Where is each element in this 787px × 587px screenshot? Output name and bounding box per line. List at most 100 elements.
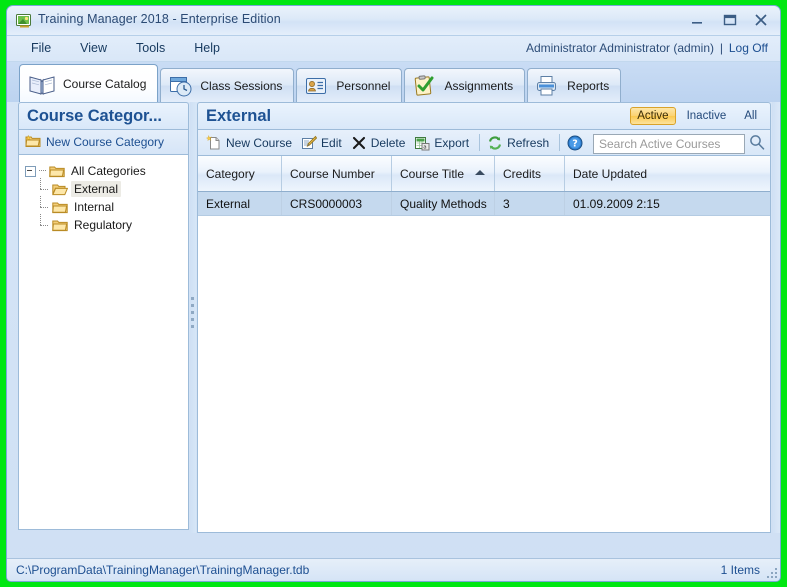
tab-assignments[interactable]: Assignments [404, 68, 525, 102]
toolbar-separator [479, 134, 480, 151]
page-title: External [206, 107, 271, 126]
help-button[interactable]: ? [564, 133, 589, 153]
tab-list: Course Catalog Class Sessions [19, 62, 780, 102]
window-controls [686, 10, 772, 28]
refresh-icon [487, 135, 503, 151]
tree-label-internal: Internal [71, 199, 117, 215]
svg-text:a: a [424, 144, 427, 150]
help-circle-icon: ? [567, 135, 583, 151]
edit-label: Edit [321, 136, 342, 150]
new-course-category-button[interactable]: New Course Category [18, 130, 189, 155]
title-bar: Training Manager 2018 - Enterprise Editi… [7, 6, 780, 36]
clipboard-check-icon [412, 74, 438, 98]
column-header-course-number[interactable]: Course Number [282, 156, 392, 191]
export-spreadsheet-icon: a [414, 135, 430, 151]
refresh-label: Refresh [507, 136, 549, 150]
delete-button[interactable]: Delete [348, 133, 412, 153]
column-header-course-title[interactable]: Course Title [392, 156, 495, 191]
tree-expander-all-categories[interactable] [25, 166, 36, 177]
printer-icon [535, 74, 561, 98]
menu-item-help[interactable]: Help [190, 40, 224, 56]
pencil-edit-icon [301, 135, 317, 151]
status-database-path: C:\ProgramData\TrainingManager\TrainingM… [16, 563, 309, 577]
grid-header-row: Category Course Number Course Title Cred… [198, 156, 770, 192]
tab-course-catalog[interactable]: Course Catalog [19, 64, 158, 102]
maximize-button[interactable] [718, 10, 740, 28]
course-categories-header: Course Categor... [18, 102, 189, 130]
tab-label-course-catalog: Course Catalog [63, 77, 146, 91]
screen-background: Training Manager 2018 - Enterprise Editi… [0, 0, 787, 587]
search-area [593, 133, 766, 154]
vertical-scrollbar-gutter[interactable] [772, 102, 781, 533]
new-course-button[interactable]: New Course [203, 133, 298, 153]
tab-reports[interactable]: Reports [527, 68, 621, 102]
new-course-category-label: New Course Category [46, 135, 164, 149]
filter-inactive[interactable]: Inactive [680, 107, 734, 125]
cell-category: External [198, 192, 282, 215]
tab-label-reports: Reports [567, 79, 609, 93]
export-button[interactable]: a Export [411, 133, 475, 153]
column-header-date-updated[interactable]: Date Updated [565, 156, 770, 191]
minimize-button[interactable] [686, 10, 708, 28]
menu-bar: File View Tools Help Administrator Admin… [7, 36, 780, 62]
column-header-course-title-label: Course Title [400, 167, 464, 181]
tree-label-all-categories: All Categories [71, 164, 146, 178]
column-header-category[interactable]: Category [198, 156, 282, 191]
menu-item-file[interactable]: File [27, 40, 55, 56]
menu-item-tools[interactable]: Tools [132, 40, 169, 56]
filter-all[interactable]: All [737, 107, 764, 125]
column-header-credits[interactable]: Credits [495, 156, 565, 191]
course-categories-panel: Course Categor... New Course Category [18, 102, 189, 533]
folder-icon [52, 201, 68, 214]
cell-date-updated: 01.09.2009 2:15 [565, 192, 770, 215]
log-off-link[interactable]: Log Off [729, 41, 768, 55]
course-list-panel: External Active Inactive All [197, 102, 771, 533]
refresh-button[interactable]: Refresh [484, 133, 555, 153]
filter-active[interactable]: Active [630, 107, 675, 125]
delete-label: Delete [371, 136, 406, 150]
content-area: Course Categor... New Course Category [7, 102, 780, 535]
export-label: Export [434, 136, 469, 150]
new-course-label: New Course [226, 136, 292, 150]
window-title: Training Manager 2018 - Enterprise Editi… [38, 12, 281, 26]
courses-grid[interactable]: Category Course Number Course Title Cred… [197, 156, 771, 533]
edit-button[interactable]: Edit [298, 133, 348, 153]
cell-course-number: CRS0000003 [282, 192, 392, 215]
course-toolbar: New Course Edit [197, 130, 771, 156]
tab-strip: Course Catalog Class Sessions [7, 62, 780, 102]
search-icon[interactable] [748, 133, 766, 154]
folder-icon [49, 165, 65, 178]
tree-label-external: External [71, 181, 121, 197]
tab-class-sessions[interactable]: Class Sessions [160, 68, 294, 102]
book-icon [27, 71, 57, 97]
current-user-label: Administrator Administrator (admin) [526, 41, 714, 55]
status-bar: C:\ProgramData\TrainingManager\TrainingM… [7, 558, 780, 581]
tree-guide-line [39, 170, 46, 172]
search-input[interactable] [593, 134, 745, 154]
close-button[interactable] [750, 10, 772, 28]
panel-splitter[interactable] [190, 102, 196, 533]
table-row[interactable]: External CRS0000003 Quality Methods 3 01… [198, 192, 770, 216]
tree-node-internal[interactable]: Internal [25, 198, 184, 216]
toolbar-separator [559, 134, 560, 151]
menu-item-view[interactable]: View [76, 40, 111, 56]
calendar-clock-icon [168, 74, 194, 98]
tree-node-external[interactable]: External [25, 180, 184, 198]
new-document-icon [206, 135, 222, 151]
sort-ascending-icon [475, 170, 485, 175]
tree-node-regulatory[interactable]: Regulatory [25, 216, 184, 234]
cell-credits: 3 [495, 192, 565, 215]
category-tree[interactable]: All Categories External [18, 155, 189, 530]
tab-label-personnel: Personnel [336, 79, 390, 93]
menu-items: File View Tools Help [27, 40, 224, 56]
svg-text:?: ? [572, 138, 578, 149]
tree-node-all-categories[interactable]: All Categories [25, 162, 184, 180]
x-delete-icon [351, 135, 367, 151]
resize-gripper[interactable] [765, 566, 777, 578]
tree-label-regulatory: Regulatory [71, 217, 135, 233]
folder-icon [52, 219, 68, 232]
splitter-grip [191, 297, 195, 333]
contact-card-icon [304, 74, 330, 98]
tab-personnel[interactable]: Personnel [296, 68, 402, 102]
application-window: Training Manager 2018 - Enterprise Editi… [6, 5, 781, 582]
